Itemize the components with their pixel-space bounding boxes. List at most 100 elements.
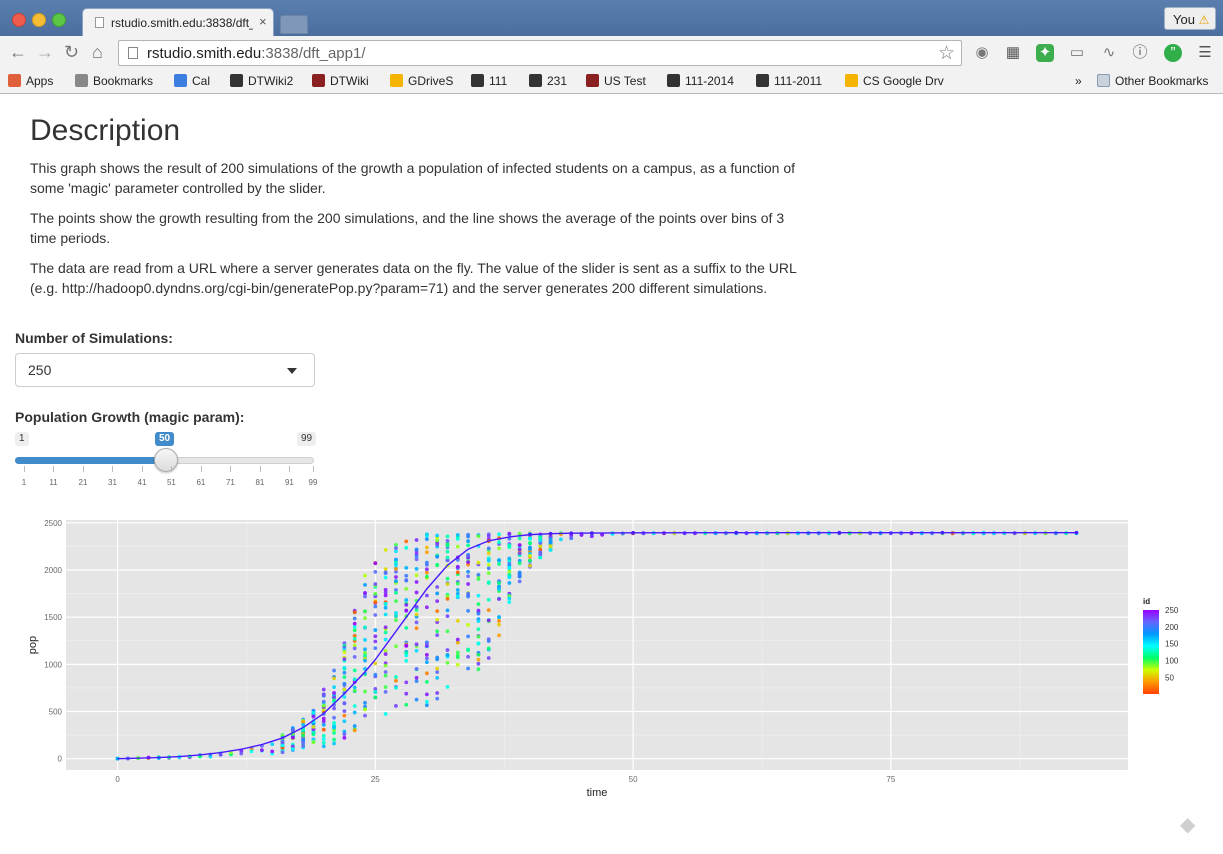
data-point (476, 602, 481, 606)
description-paragraph: The data are read from a URL where a ser… (30, 260, 797, 296)
data-point (424, 692, 429, 697)
data-point (424, 656, 429, 661)
google-drive-icon (845, 74, 858, 87)
maximize-window-button[interactable] (52, 13, 66, 27)
profile-button[interactable]: You ⚠ (1164, 7, 1216, 30)
forward-icon[interactable]: → (36, 42, 54, 63)
bookmark-111-2011[interactable]: 111-2011 (756, 74, 822, 88)
bookmarks-overflow-button[interactable]: » (1075, 74, 1082, 88)
data-point (414, 620, 419, 625)
data-point (394, 567, 398, 571)
data-point (445, 614, 450, 618)
data-point (290, 727, 295, 732)
new-tab-button[interactable] (280, 15, 308, 34)
slider-tick (53, 466, 55, 472)
data-point (466, 569, 471, 574)
pulse-icon[interactable]: ∿ (1100, 44, 1118, 62)
data-point (394, 546, 398, 550)
data-point (342, 670, 347, 675)
data-point (507, 596, 512, 601)
cast-icon[interactable]: ▭ (1068, 44, 1086, 62)
course-icon (529, 74, 542, 87)
profile-label: You (1173, 12, 1195, 27)
data-point (435, 670, 440, 674)
bookmark-bookmarks[interactable]: Bookmarks (75, 74, 153, 88)
bookmark-gdrives[interactable]: GDriveS (390, 74, 453, 88)
data-point (497, 532, 501, 537)
address-bar[interactable]: rstudio.smith.edu:3838/dft_app1/ ☆ (118, 40, 962, 66)
simulations-select-value: 250 (28, 362, 52, 378)
data-point (445, 543, 450, 548)
hangouts-icon[interactable]: ” (1164, 44, 1182, 62)
data-point (466, 647, 471, 652)
data-point (424, 574, 429, 579)
minimize-window-button[interactable] (32, 13, 46, 27)
data-point (342, 683, 347, 687)
data-point (373, 695, 378, 700)
back-icon[interactable]: ← (9, 42, 27, 63)
bookmark-111-2014[interactable]: 111-2014 (667, 74, 734, 88)
bookmark-us-test[interactable]: US Test (586, 74, 646, 88)
bookmark-cs-google-drv[interactable]: CS Google Drv (845, 74, 944, 88)
data-point (260, 748, 264, 753)
mean-line-point (940, 530, 945, 535)
data-point (352, 728, 357, 733)
close-window-button[interactable] (12, 13, 26, 27)
data-point (352, 668, 357, 673)
data-point (270, 742, 275, 747)
url-text: rstudio.smith.edu:3838/dft_app1/ (147, 45, 366, 62)
data-point (435, 609, 440, 614)
data-point (497, 618, 501, 623)
data-point (455, 588, 460, 592)
bookmark-111[interactable]: 111 (471, 74, 507, 88)
bookmark-apps[interactable]: Apps (8, 74, 53, 88)
data-point (486, 597, 491, 602)
data-point (383, 601, 388, 606)
data-point (424, 671, 429, 676)
data-point (342, 665, 347, 670)
close-icon[interactable]: × (259, 14, 267, 29)
reload-icon[interactable]: ↻ (64, 42, 79, 63)
bookmark-dtwiki[interactable]: DTWiki (312, 74, 369, 88)
wifi-extension-icon[interactable]: ◉ (973, 44, 991, 62)
slider-tick (24, 466, 25, 472)
bookmark-star-icon[interactable]: ☆ (938, 42, 955, 65)
description-paragraph: This graph shows the result of 200 simul… (30, 160, 796, 196)
data-point (507, 575, 512, 580)
data-point (455, 618, 460, 623)
data-point (424, 679, 429, 684)
slider-tick-label: 51 (166, 478, 176, 487)
data-point (373, 582, 378, 586)
data-point (352, 704, 357, 708)
other-bookmarks[interactable]: Other Bookmarks (1097, 74, 1208, 88)
slider-min-label: 1 (15, 432, 29, 446)
bookmark-231[interactable]: 231 (529, 74, 567, 88)
data-point (394, 675, 398, 679)
info-icon[interactable]: ⓘ (1131, 44, 1149, 62)
growth-label: Population Growth (magic param): (15, 409, 245, 425)
data-point (321, 687, 326, 692)
data-point (486, 608, 491, 613)
simulations-select[interactable]: 250 (15, 353, 315, 387)
feedly-icon[interactable]: ✦ (1036, 44, 1054, 62)
data-point (435, 617, 440, 622)
legend-tick-label: 100 (1165, 657, 1179, 666)
data-point (435, 666, 440, 671)
data-point (435, 629, 440, 634)
data-point (445, 549, 450, 554)
data-point (445, 660, 450, 665)
data-point (466, 654, 471, 659)
home-icon[interactable]: ⌂ (92, 42, 103, 63)
bookmark-cal[interactable]: Cal (174, 74, 210, 88)
data-point (445, 648, 450, 652)
bookmark-dtwiki2[interactable]: DTWiki2 (230, 74, 293, 88)
menu-icon[interactable]: ☰ (1196, 44, 1214, 62)
data-point (445, 596, 450, 601)
data-point (466, 594, 471, 599)
population-plot: 0 25 50 75 0 500 1000 1500 2000 2500 time pop id 50 10… (27, 519, 1179, 799)
data-point (435, 542, 440, 547)
extension-icon[interactable]: ▦ (1004, 44, 1022, 62)
browser-tab-active[interactable]: rstudio.smith.edu:3838/dft_app1/ × (82, 8, 274, 36)
warning-icon: ⚠ (1198, 13, 1210, 27)
data-point (394, 614, 398, 618)
